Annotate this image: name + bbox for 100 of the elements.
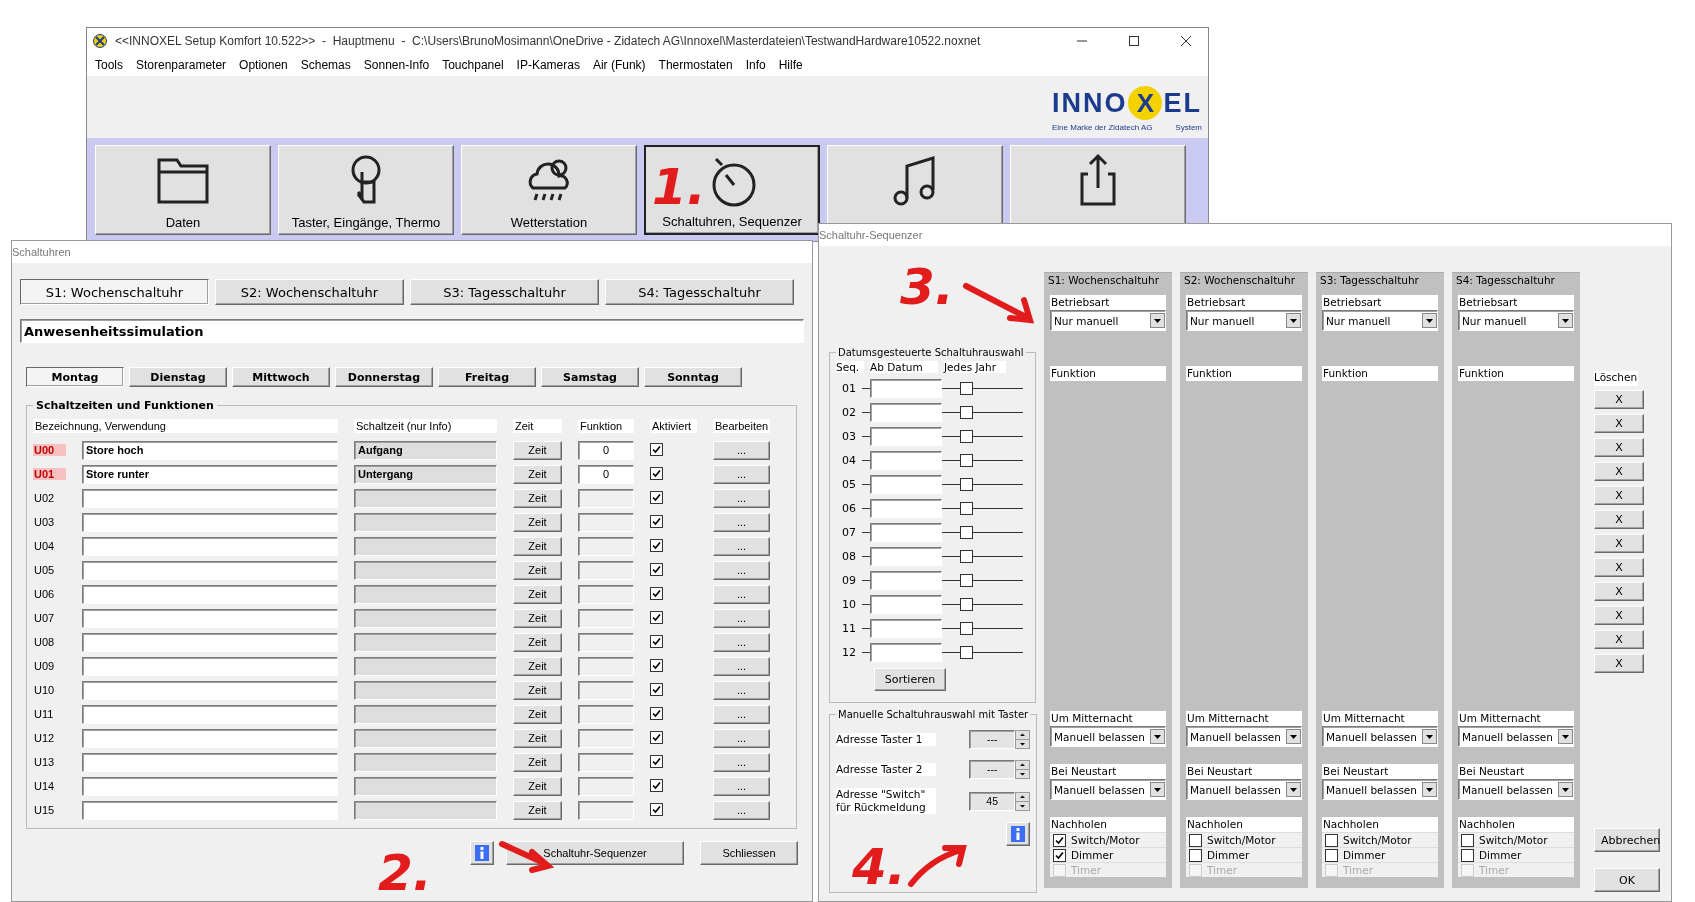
function-field[interactable]: [578, 752, 634, 772]
date-field[interactable]: [870, 450, 942, 470]
function-field[interactable]: [578, 536, 634, 556]
time-button[interactable]: Zeit: [513, 632, 562, 652]
name-input[interactable]: [82, 704, 338, 724]
delete-button[interactable]: X: [1594, 462, 1644, 481]
checkbox[interactable]: [1325, 833, 1338, 847]
spinner-icon[interactable]: [1015, 791, 1031, 811]
name-field[interactable]: Anwesenheitssimulation: [20, 319, 804, 343]
edit-button[interactable]: ...: [713, 440, 770, 460]
checkbox[interactable]: [650, 803, 663, 816]
time-button[interactable]: Zeit: [513, 512, 562, 532]
time-info-field[interactable]: Aufgang: [354, 440, 497, 460]
name-input[interactable]: Store hoch: [82, 440, 338, 460]
midnight-dropdown[interactable]: Manuell belassen: [1322, 726, 1438, 747]
date-field[interactable]: [870, 570, 942, 590]
edit-button[interactable]: ...: [713, 656, 770, 676]
sequencer-button[interactable]: Schaltuhr-Sequenzer: [506, 841, 684, 865]
checkbox[interactable]: [960, 621, 973, 635]
function-field[interactable]: [578, 560, 634, 580]
toolbar-button[interactable]: Wetterstation: [461, 145, 637, 235]
info-button[interactable]: [470, 841, 494, 865]
menu-item[interactable]: Touchpanel: [442, 58, 504, 72]
function-field[interactable]: 0: [578, 440, 634, 460]
checkbox[interactable]: [650, 755, 663, 768]
edit-button[interactable]: ...: [713, 464, 770, 484]
checkbox[interactable]: [960, 525, 973, 539]
day-tab[interactable]: Sonntag: [644, 367, 742, 387]
restart-dropdown[interactable]: Manuell belassen: [1050, 779, 1166, 800]
time-button[interactable]: Zeit: [513, 752, 562, 772]
checkbox[interactable]: [1189, 833, 1202, 847]
checkbox[interactable]: [1189, 848, 1202, 862]
delete-button[interactable]: X: [1594, 438, 1644, 457]
name-input[interactable]: Store runter: [82, 464, 338, 484]
time-button[interactable]: Zeit: [513, 680, 562, 700]
day-tab[interactable]: Donnerstag: [335, 367, 433, 387]
function-field[interactable]: [578, 512, 634, 532]
tab[interactable]: S2: Wochenschaltuhr: [215, 279, 404, 305]
ok-button[interactable]: OK: [1594, 868, 1660, 892]
edit-button[interactable]: ...: [713, 776, 770, 796]
delete-button[interactable]: X: [1594, 510, 1644, 529]
date-field[interactable]: [870, 498, 942, 518]
date-field[interactable]: [870, 522, 942, 542]
time-button[interactable]: Zeit: [513, 728, 562, 748]
menu-item[interactable]: Optionen: [239, 58, 288, 72]
time-info-field[interactable]: [354, 488, 497, 508]
edit-button[interactable]: ...: [713, 488, 770, 508]
day-tab[interactable]: Samstag: [541, 367, 639, 387]
cancel-button[interactable]: Abbrechen: [1594, 828, 1660, 852]
checkbox[interactable]: [1461, 833, 1474, 847]
restart-dropdown[interactable]: Manuell belassen: [1186, 779, 1302, 800]
checkbox[interactable]: [960, 429, 973, 443]
function-field[interactable]: [578, 680, 634, 700]
checkbox[interactable]: [650, 611, 663, 624]
name-input[interactable]: [82, 632, 338, 652]
time-info-field[interactable]: [354, 560, 497, 580]
time-button[interactable]: Zeit: [513, 800, 562, 820]
checkbox[interactable]: [650, 587, 663, 600]
delete-button[interactable]: X: [1594, 582, 1644, 601]
name-input[interactable]: [82, 728, 338, 748]
midnight-dropdown[interactable]: Manuell belassen: [1050, 726, 1166, 747]
time-button[interactable]: Zeit: [513, 488, 562, 508]
checkbox[interactable]: [960, 549, 973, 563]
menu-item[interactable]: Sonnen-Info: [363, 58, 430, 72]
function-field[interactable]: 0: [578, 464, 634, 484]
edit-button[interactable]: ...: [713, 608, 770, 628]
time-button[interactable]: Zeit: [513, 656, 562, 676]
date-field[interactable]: [870, 546, 942, 566]
name-input[interactable]: [82, 680, 338, 700]
date-field[interactable]: [870, 594, 942, 614]
name-input[interactable]: [82, 800, 338, 820]
time-info-field[interactable]: [354, 776, 497, 796]
time-button[interactable]: Zeit: [513, 536, 562, 556]
name-input[interactable]: [82, 536, 338, 556]
delete-button[interactable]: X: [1594, 654, 1644, 673]
menu-item[interactable]: Air (Funk): [592, 58, 646, 72]
day-tab[interactable]: Mittwoch: [232, 367, 330, 387]
time-info-field[interactable]: [354, 728, 497, 748]
restart-dropdown[interactable]: Manuell belassen: [1458, 779, 1574, 800]
time-button[interactable]: Zeit: [513, 776, 562, 796]
time-info-field[interactable]: [354, 608, 497, 628]
function-field[interactable]: [578, 656, 634, 676]
checkbox[interactable]: [1461, 848, 1474, 862]
delete-button[interactable]: X: [1594, 606, 1644, 625]
name-input[interactable]: [82, 752, 338, 772]
mode-dropdown[interactable]: Nur manuell: [1458, 310, 1574, 331]
checkbox[interactable]: [650, 779, 663, 792]
time-button[interactable]: Zeit: [513, 608, 562, 628]
address-field[interactable]: ---: [969, 729, 1016, 749]
spinner-icon[interactable]: [1015, 729, 1031, 749]
checkbox[interactable]: [960, 453, 973, 467]
checkbox[interactable]: [650, 683, 663, 696]
checkbox[interactable]: [960, 405, 973, 419]
day-tab[interactable]: Montag: [26, 367, 124, 387]
checkbox[interactable]: [960, 477, 973, 491]
tab[interactable]: S3: Tagesschaltuhr: [410, 279, 599, 305]
function-field[interactable]: [578, 608, 634, 628]
function-field[interactable]: [578, 776, 634, 796]
checkbox[interactable]: [1053, 848, 1066, 862]
date-field[interactable]: [870, 426, 942, 446]
